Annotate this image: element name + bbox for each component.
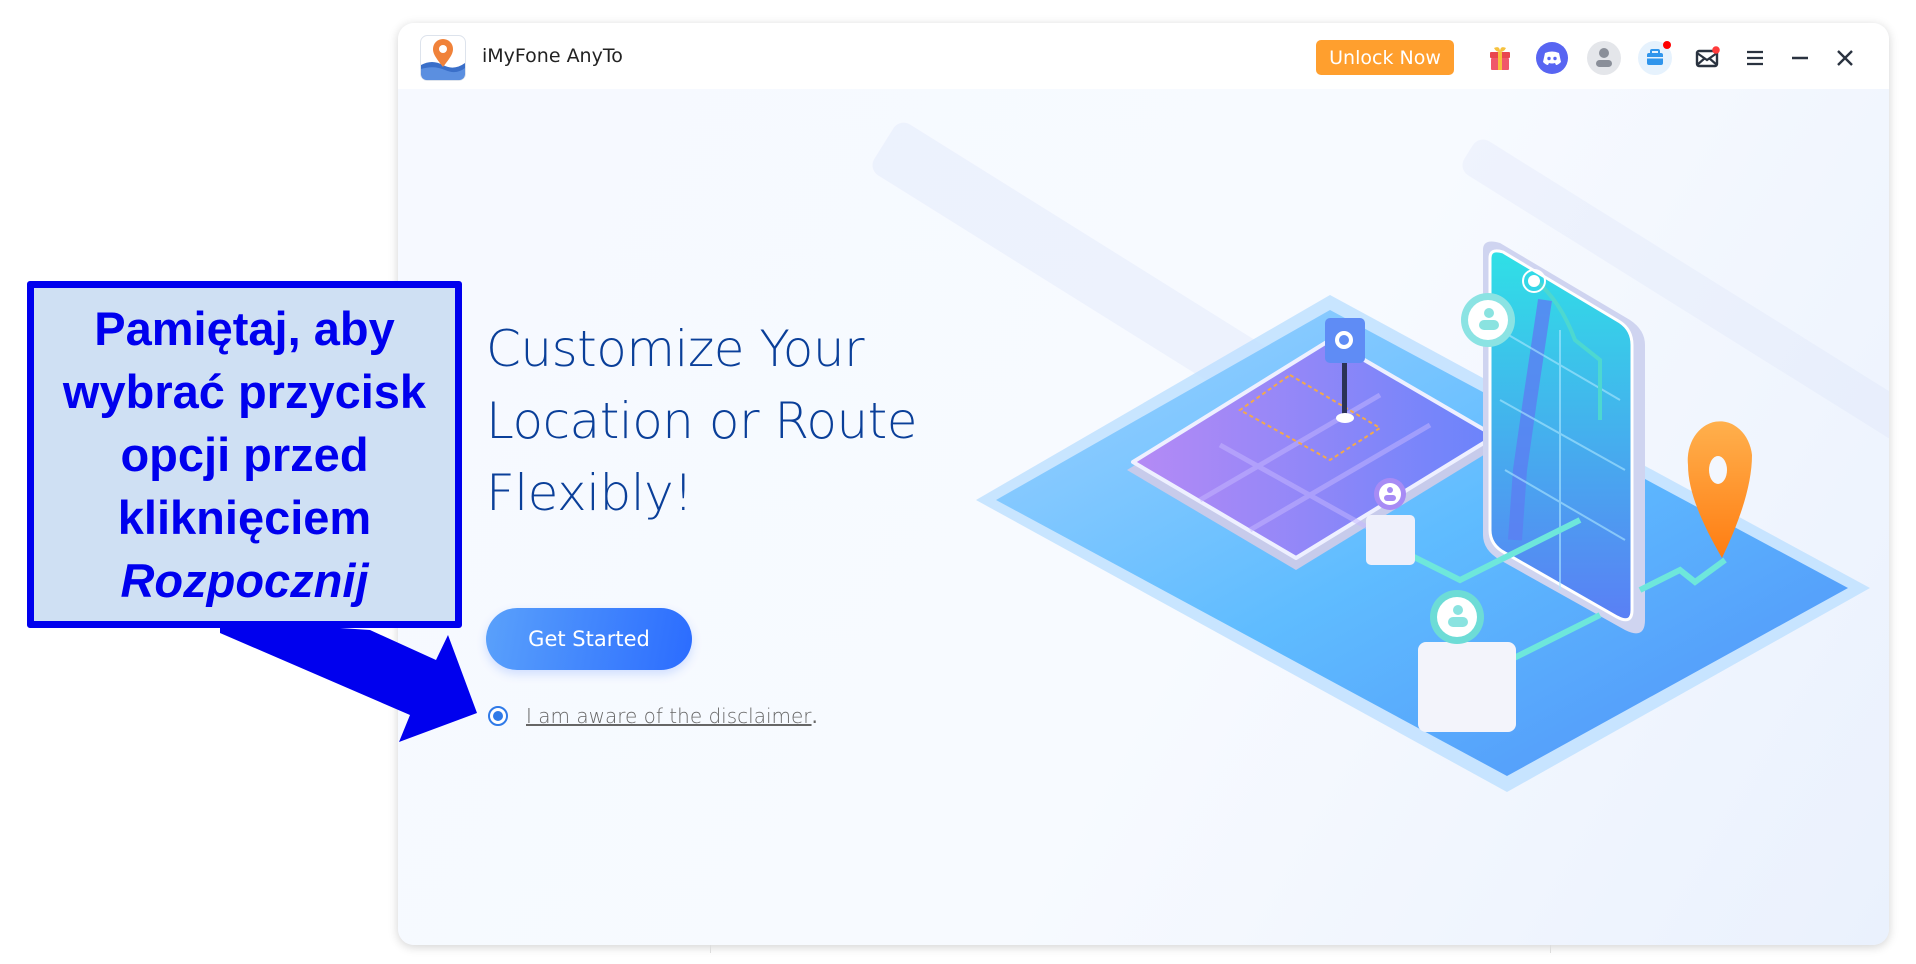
annotation-line: wybrać przycisk [62,365,427,418]
divider [710,945,711,953]
disclaimer-radio[interactable] [488,706,508,726]
unlock-now-button[interactable]: Unlock Now [1316,40,1454,75]
account-icon[interactable] [1586,40,1622,76]
annotation-emphasis: Rozpocznij [120,554,369,607]
heading-line: Location or Route [486,392,918,450]
disclaimer-period: . [811,704,818,728]
annotation-line: Pamiętaj, aby [94,302,395,355]
app-logo-icon [420,35,466,81]
disclaimer-option: I am aware of the disclaimer. [488,704,818,728]
menu-icon[interactable] [1737,40,1773,76]
toolbox-icon[interactable] [1637,40,1673,76]
heading-line: Customize Your [486,320,865,378]
annotation-callout: Pamiętaj, aby wybrać przycisk opcji prze… [27,281,462,628]
page-heading: Customize Your Location or Route Flexibl… [486,313,918,529]
get-started-button[interactable]: Get Started [486,608,692,670]
gift-icon[interactable] [1482,40,1518,76]
title-bar: iMyFone AnyTo Unlock Now [398,23,1889,89]
heading-line: Flexibly! [486,464,693,522]
mail-icon[interactable] [1690,40,1726,76]
annotation-line: opcji przed [120,428,369,481]
annotation-text: Pamiętaj, aby wybrać przycisk opcji prze… [63,297,426,612]
app-title: iMyFone AnyTo [482,45,623,67]
app-window: iMyFone AnyTo Unlock Now Customize Your … [398,23,1889,945]
divider [1550,945,1551,953]
annotation-line: kliknięciem [117,491,372,544]
disclaimer-link[interactable]: I am aware of the disclaimer [526,704,812,728]
minimize-icon[interactable] [1782,40,1818,76]
discord-icon[interactable] [1534,40,1570,76]
close-icon[interactable] [1827,40,1863,76]
radio-selected-dot [493,711,503,721]
